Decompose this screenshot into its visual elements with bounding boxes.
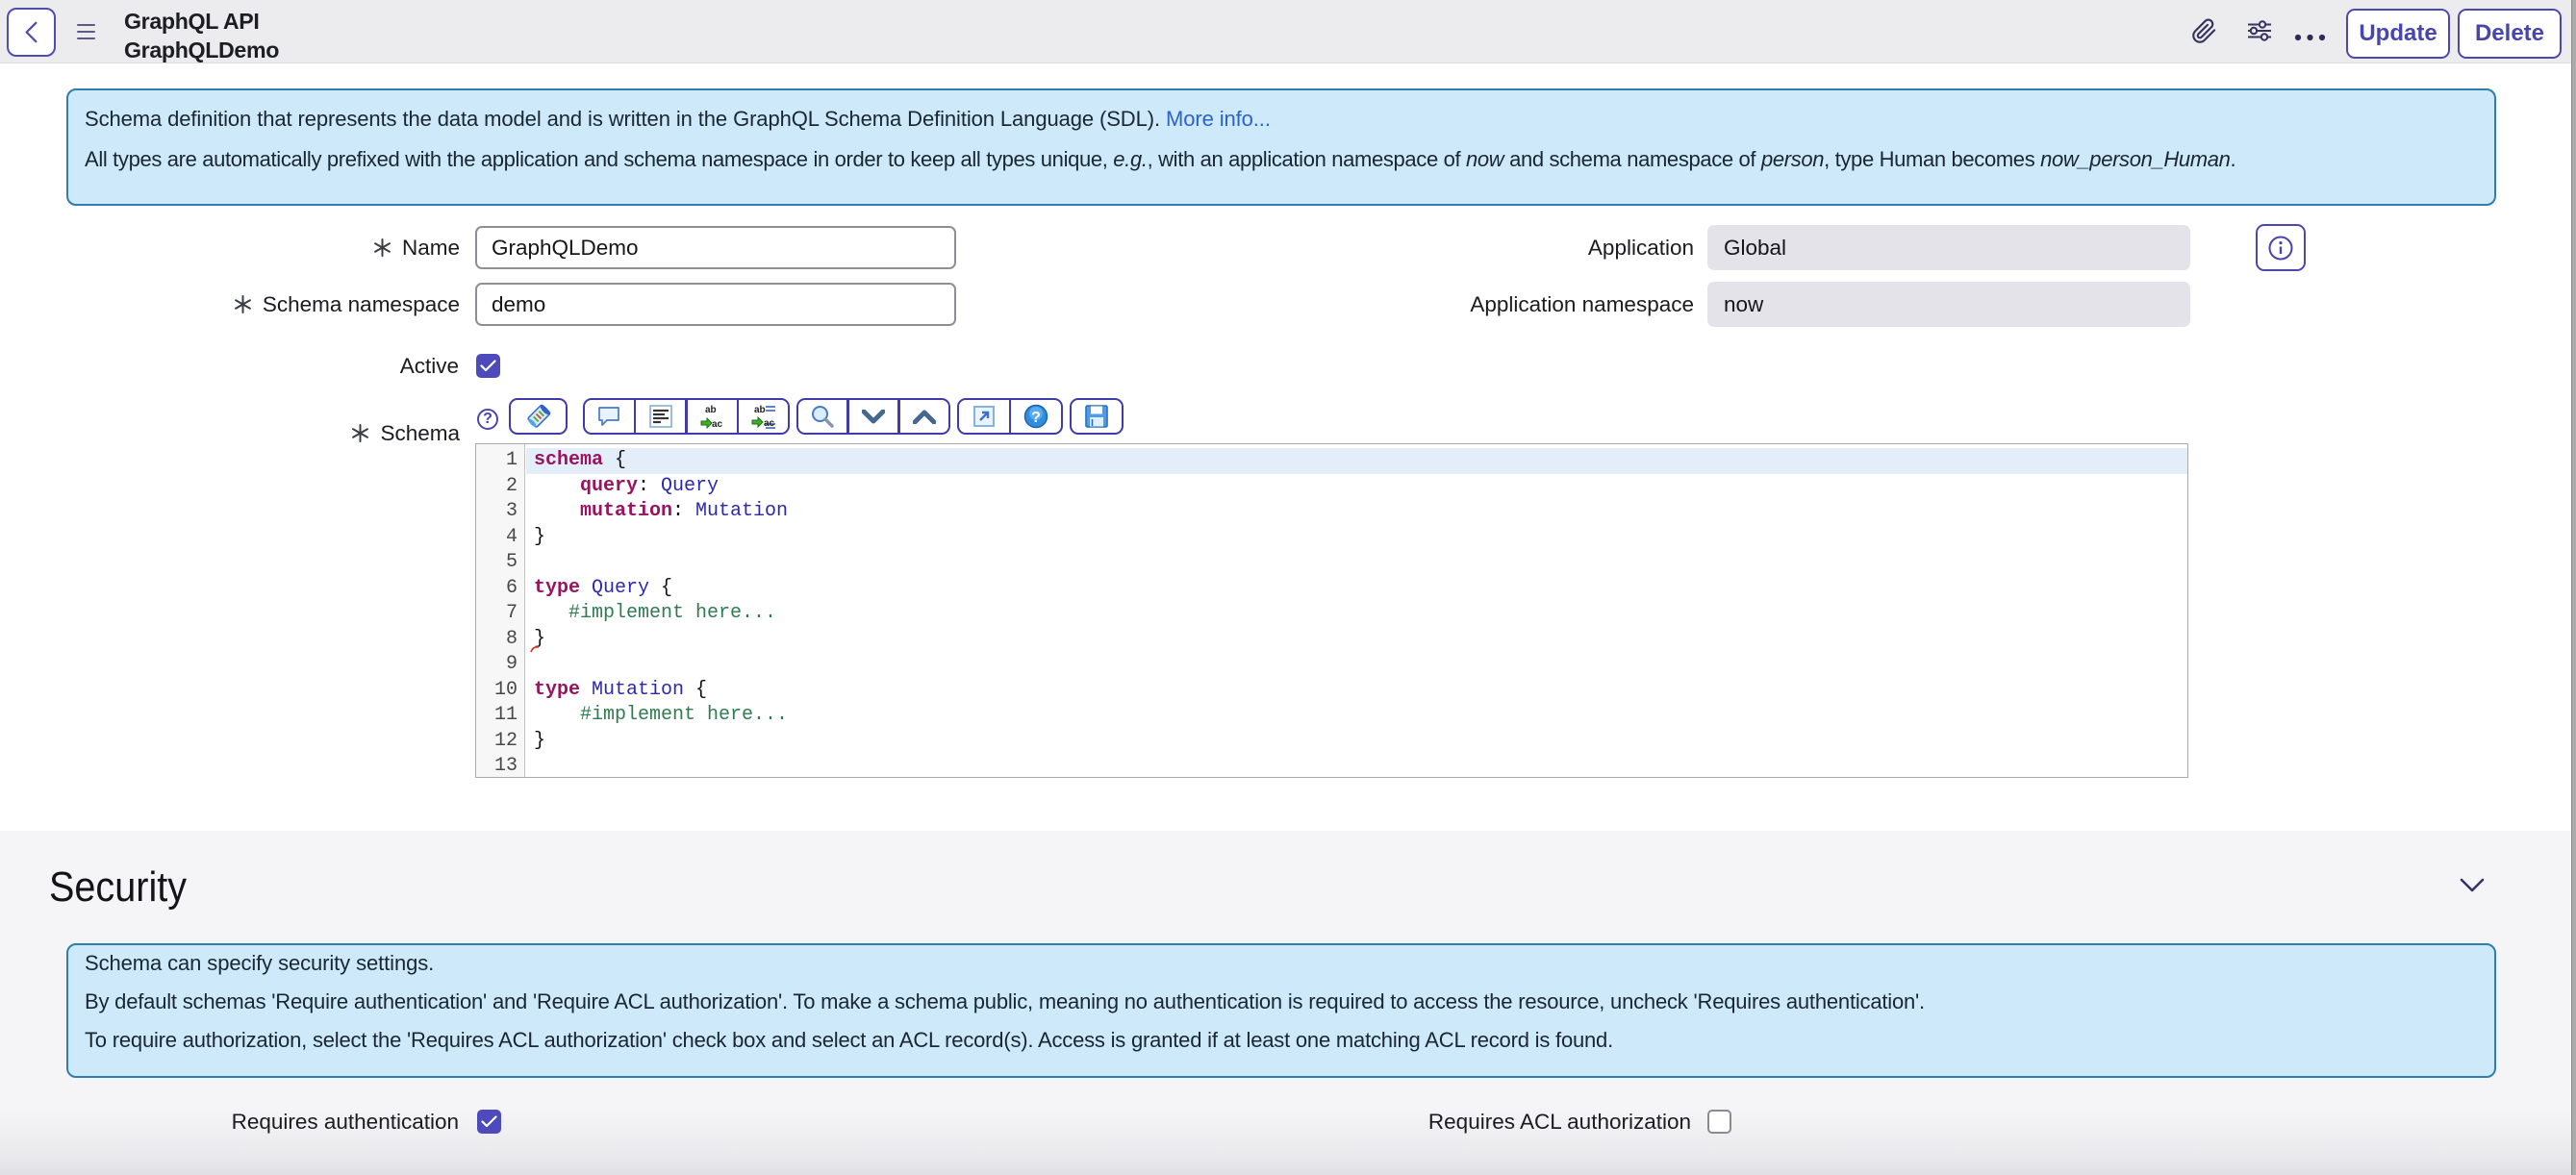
svg-text:ab: ab [754,405,766,415]
svg-text:ac: ac [712,419,723,429]
svg-text:ab: ab [705,405,717,415]
svg-text:?: ? [1031,410,1041,426]
svg-text:ac: ac [764,418,775,429]
